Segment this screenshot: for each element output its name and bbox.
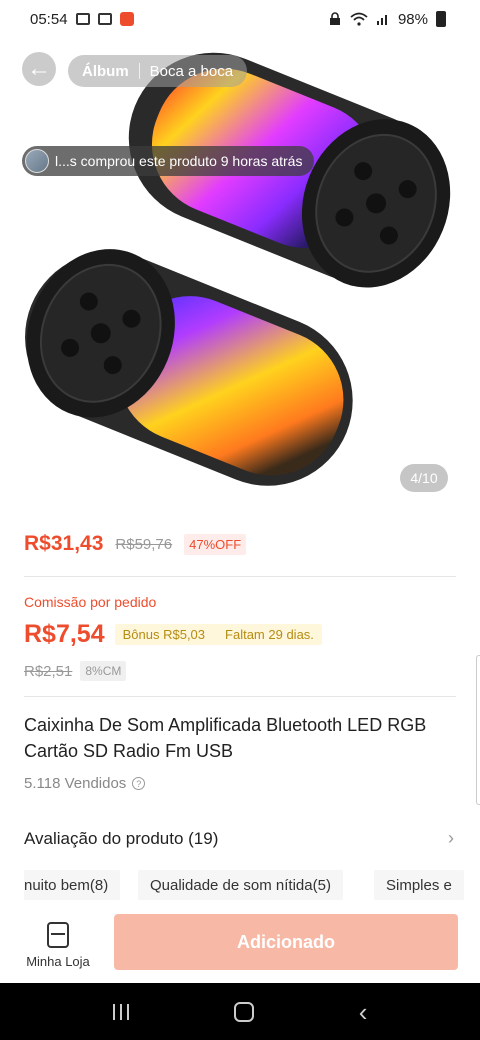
- arrow-left-icon: ←: [27, 55, 51, 82]
- sold-count-row: 5.118 Vendidos ?: [24, 775, 146, 792]
- review-tag[interactable]: Qualidade de som nítida(5): [138, 870, 343, 900]
- buyer-avatar: [25, 149, 49, 173]
- old-commission: R$2,51: [24, 662, 73, 680]
- commission-rate-badge: 8%CM: [80, 661, 127, 681]
- review-tag[interactable]: Simples e: [374, 870, 464, 900]
- my-store-button[interactable]: Minha Loja: [20, 920, 96, 976]
- store-label: Minha Loja: [26, 954, 90, 969]
- original-price: R$59,76: [115, 535, 173, 553]
- added-button[interactable]: Adicionado: [114, 914, 458, 970]
- scroll-indicator: [476, 655, 480, 805]
- commission-value: R$7,54: [24, 620, 105, 648]
- battery-text: 98%: [397, 10, 428, 28]
- product-title: Caixinha De Som Amplificada Bluetooth LE…: [24, 715, 427, 761]
- shopee-app-icon: [119, 12, 134, 26]
- image-counter: 4/10: [400, 464, 448, 492]
- back-button[interactable]: ←: [22, 52, 56, 86]
- lock-icon: [329, 12, 340, 25]
- chevron-right-icon: ›: [448, 828, 454, 848]
- home-icon[interactable]: [233, 1001, 254, 1022]
- price-row: R$31,43 R$59,76 47%OFF: [24, 532, 247, 556]
- discount-badge: 47%OFF: [184, 533, 247, 555]
- back-nav-icon[interactable]: ‹: [359, 999, 368, 1025]
- recent-apps-icon[interactable]: [112, 1003, 129, 1020]
- battery-icon: [436, 11, 446, 27]
- recent-purchase-toast: l...s comprou este produto 9 horas atrás: [22, 146, 315, 176]
- review-section-header[interactable]: Avaliação do produto (19) ›: [24, 828, 454, 849]
- review-title: Avaliação do produto (19): [24, 828, 219, 848]
- tab-divider: [138, 63, 140, 79]
- divider: [24, 576, 456, 577]
- product-image-gallery[interactable]: [0, 38, 480, 522]
- screenshot-icon: [75, 13, 90, 25]
- bonus-badge: Bônus R$5,03 Faltam 29 dias.: [114, 624, 322, 645]
- system-nav-bar: ‹: [0, 983, 480, 1040]
- sold-count: 5.118 Vendidos: [24, 775, 127, 792]
- wifi-icon: [350, 12, 368, 26]
- commission-row: R$7,54 Bônus R$5,03 Faltam 29 dias.: [24, 620, 322, 649]
- commission-label: Comissão por pedido: [24, 594, 157, 610]
- image-tab-switcher[interactable]: Álbum Boca a boca: [68, 55, 248, 87]
- scan-icon: [97, 13, 112, 25]
- review-tags: nuito bem(8) Qualidade de som nítida(5) …: [24, 870, 480, 902]
- divider: [24, 696, 456, 697]
- store-icon: [47, 922, 69, 948]
- review-tag[interactable]: nuito bem(8): [24, 870, 121, 900]
- bonus-amount: Bônus R$5,03: [122, 627, 206, 642]
- status-bar: 05:54 98%: [0, 0, 480, 38]
- speaker-product-image: [25, 52, 451, 486]
- bonus-days-left: Faltam 29 dias.: [225, 627, 314, 642]
- recent-purchase-text: l...s comprou este produto 9 horas atrás: [55, 153, 303, 169]
- tab-reviews[interactable]: Boca a boca: [150, 63, 233, 80]
- commission-rate-row: R$2,51 8%CM: [24, 661, 127, 681]
- status-time: 05:54: [30, 10, 68, 28]
- signal-icon: [376, 15, 387, 25]
- info-icon[interactable]: ?: [132, 777, 146, 790]
- tab-album[interactable]: Álbum: [82, 63, 129, 80]
- current-price: R$31,43: [24, 532, 104, 555]
- bottom-action-bar: Minha Loja Adicionado: [0, 906, 480, 982]
